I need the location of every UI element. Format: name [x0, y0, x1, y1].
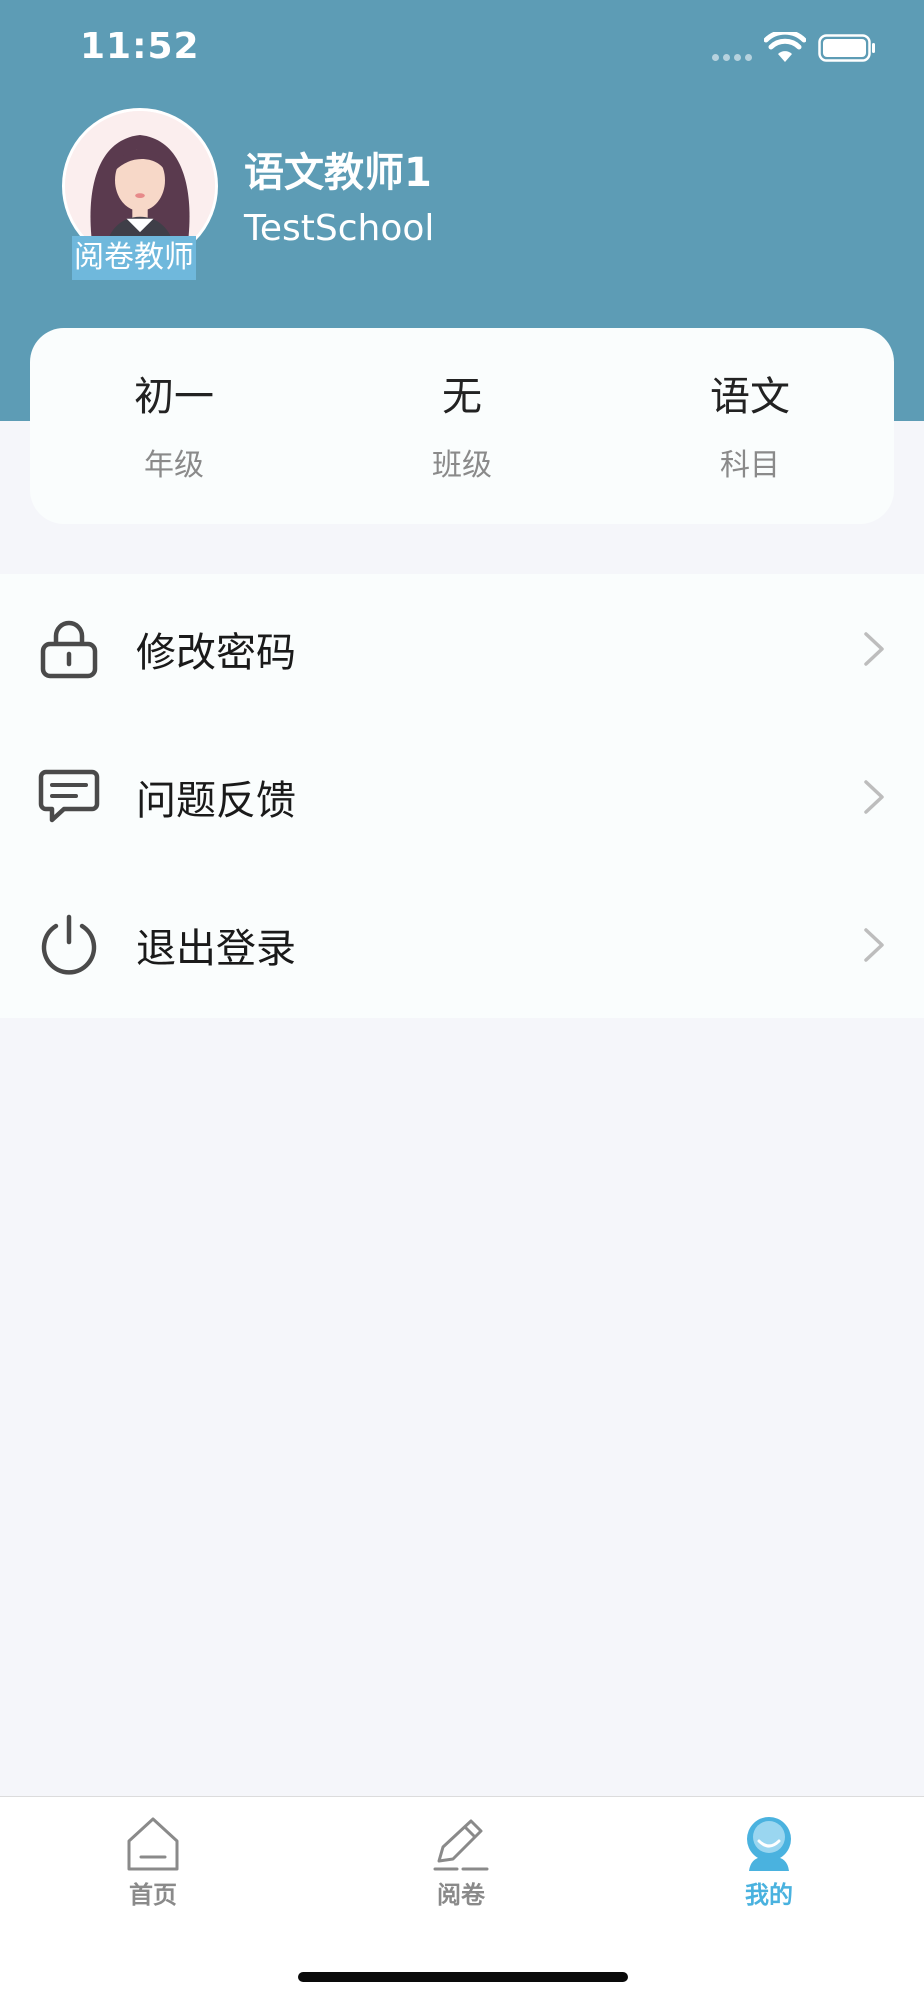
tab-mine[interactable]: 我的 [689, 1797, 849, 1927]
settings-menu: 修改密码 问题反馈 退出登录 [0, 574, 924, 1018]
wifi-icon [764, 32, 806, 62]
tab-marking[interactable]: 阅卷 [381, 1797, 541, 1927]
subject-label: 科目 [720, 448, 780, 483]
menu-item-logout[interactable]: 退出登录 [0, 870, 924, 1018]
menu-label: 问题反馈 [136, 778, 296, 824]
status-bar: 11:52 [0, 0, 924, 100]
info-card: 初一 年级 无 班级 语文 科目 [30, 328, 894, 524]
power-icon [41, 914, 97, 975]
class-label: 班级 [432, 448, 492, 483]
status-time: 11:52 [80, 26, 200, 67]
chevron-right-icon [864, 632, 884, 666]
user-school: TestSchool [244, 208, 435, 249]
grade-info: 初一 年级 [30, 328, 318, 524]
subject-value: 语文 [710, 374, 790, 420]
home-icon [127, 1817, 179, 1871]
class-value: 无 [442, 374, 482, 420]
feedback-icon [38, 769, 100, 823]
chevron-right-icon [864, 780, 884, 814]
chevron-right-icon [864, 928, 884, 962]
class-info: 无 班级 [318, 328, 606, 524]
user-name: 语文教师1 [244, 150, 432, 196]
subject-info: 语文 科目 [606, 328, 894, 524]
avatar[interactable]: 阅卷教师 [62, 108, 218, 280]
home-indicator [298, 1972, 628, 1982]
role-badge: 阅卷教师 [72, 236, 196, 280]
menu-item-feedback[interactable]: 问题反馈 [0, 722, 924, 870]
bottom-tab-bar: 首页 阅卷 我的 [0, 1796, 924, 2000]
menu-label: 退出登录 [136, 926, 296, 972]
profile-page: 11:52 阅卷教师 语文教师1 TestSchool 初一 年级 无 班级 语… [0, 0, 924, 2000]
grade-label: 年级 [144, 448, 204, 483]
pen-icon [433, 1819, 489, 1871]
signal-icon [712, 54, 752, 61]
tab-label: 阅卷 [437, 1881, 485, 1909]
menu-item-change-password[interactable]: 修改密码 [0, 574, 924, 722]
lock-icon [40, 620, 98, 679]
profile-icon [747, 1817, 791, 1871]
tab-home[interactable]: 首页 [73, 1797, 233, 1927]
menu-label: 修改密码 [136, 630, 296, 676]
tab-label: 我的 [745, 1881, 793, 1909]
battery-full-icon [818, 34, 875, 62]
tab-label: 首页 [129, 1881, 177, 1909]
grade-value: 初一 [134, 374, 214, 420]
